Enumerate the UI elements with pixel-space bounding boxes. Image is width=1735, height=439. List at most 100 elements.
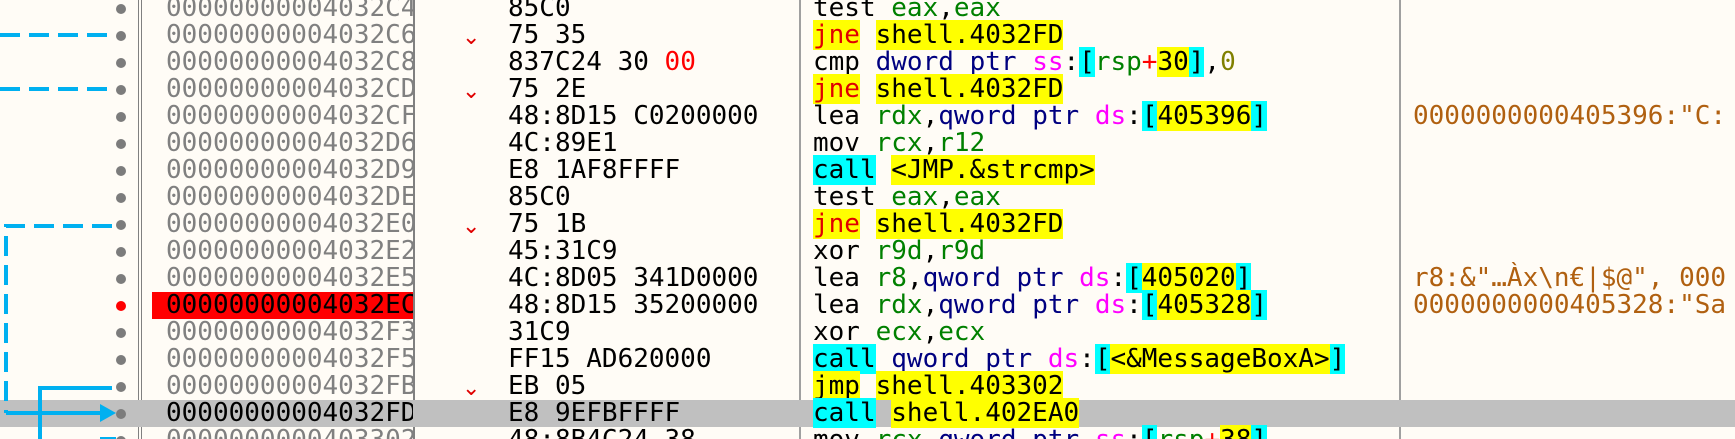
branch-arrow-icon xyxy=(100,404,116,422)
disassembly-cell[interactable]: call shell.402EA0 xyxy=(813,398,1080,428)
mnemonic: lea xyxy=(813,101,860,131)
register: r12 xyxy=(938,128,986,158)
disassembly-cell[interactable]: test eax,eax xyxy=(813,0,1001,22)
segment: ss xyxy=(1032,47,1064,77)
segment: ds xyxy=(1047,344,1080,374)
disassembly-cell[interactable]: jne shell.4032FD xyxy=(813,74,1064,104)
instruction-row[interactable]: 00000000004032F3 31C9 xor ecx,ecx xyxy=(0,319,1735,346)
segment: ds xyxy=(1094,101,1127,131)
disassembly-cell[interactable]: call qword ptr ds:[<&MessageBoxA>] xyxy=(813,344,1346,374)
bracket: [ xyxy=(1126,263,1142,293)
address-cell[interactable]: 00000000004032DE xyxy=(152,184,413,211)
disassembly-cell[interactable]: jne shell.4032FD xyxy=(813,20,1064,50)
size-keyword: ptr xyxy=(1032,425,1079,439)
segment: ds xyxy=(1094,290,1127,320)
bytes-text: FF15 AD620000 xyxy=(508,344,712,374)
address-operand: 405396 xyxy=(1157,101,1252,131)
size-keyword: dword xyxy=(875,47,954,77)
segment: ss xyxy=(1095,425,1126,439)
register: rsp xyxy=(1157,425,1204,439)
bracket: [ xyxy=(1141,101,1158,131)
operator: + xyxy=(1204,425,1220,439)
instruction-row[interactable]: 00000000004032C6 ⌄ 75 35 jne shell.4032FD xyxy=(0,20,1735,50)
instruction-row[interactable]: 00000000004032EC 48:8D15 35200000 lea rdx,… xyxy=(0,290,1735,320)
address-cell[interactable]: 00000000004032CD xyxy=(152,76,413,103)
instruction-row[interactable]: 00000000004032FB ⌄ EB 05 jmp shell.403302 xyxy=(0,371,1735,401)
instruction-row[interactable]: 00000000004032D9 E8 1AF8FFFF call <JMP.&st… xyxy=(0,155,1735,185)
instruction-row[interactable]: 00000000004032DE 85C0 test eax,eax xyxy=(0,184,1735,211)
jump-arrow-icon: ⌄ xyxy=(462,25,481,50)
address-cell[interactable]: 00000000004032FB xyxy=(152,373,413,400)
disassembly-cell[interactable]: test eax,eax xyxy=(813,184,1001,211)
mnemonic: call xyxy=(813,398,876,428)
bytes-cell: 48:8D15 35200000 xyxy=(508,292,758,319)
disassembly-cell[interactable]: mov rcx,r12 xyxy=(813,130,985,157)
bytes-cell: E8 1AF8FFFF xyxy=(508,157,680,184)
bytes-cell: 85C0 xyxy=(508,0,571,22)
address-cell[interactable]: 0000000000403302 xyxy=(152,427,413,439)
address-cell[interactable]: 00000000004032C8 xyxy=(152,49,413,76)
bytes-text: E8 1AF8FFFF xyxy=(508,155,681,185)
address-cell[interactable]: 00000000004032D6 xyxy=(152,130,413,157)
address-cell[interactable]: 00000000004032E0 xyxy=(152,211,413,238)
address-cell[interactable]: 00000000004032E2 xyxy=(152,238,413,265)
instruction-row[interactable]: 00000000004032D6 4C:89E1 mov rcx,r12 xyxy=(0,130,1735,157)
instruction-row[interactable]: 00000000004032E5 4C:8D05 341D0000 lea r8,q… xyxy=(0,263,1735,293)
instruction-row[interactable]: 00000000004032CD ⌄ 75 2E jne shell.4032FD xyxy=(0,74,1735,104)
instruction-row[interactable]: 00000000004032C4 85C0 test eax,eax xyxy=(0,0,1735,22)
size-keyword: qword xyxy=(938,425,1016,439)
disassembly-cell[interactable]: mov rcx,qword ptr ss:[rsp+38] xyxy=(813,425,1268,439)
bytes-cell: E8 9EFBFFFF xyxy=(508,400,680,427)
bytes-text: 31C9 xyxy=(508,317,571,347)
address-cell[interactable]: 00000000004032EC xyxy=(152,292,413,319)
address-operand: 405020 xyxy=(1141,263,1236,293)
disassembly-cell[interactable]: jmp shell.403302 xyxy=(813,371,1064,401)
bytes-text: 837C24 30 xyxy=(508,47,665,77)
disassembly-cell[interactable]: xor ecx,ecx xyxy=(813,319,985,346)
register: rcx xyxy=(875,128,923,158)
register: rcx xyxy=(876,425,923,439)
size-keyword: qword xyxy=(891,344,970,374)
comment-cell: 0000000000405396:"C: xyxy=(1413,101,1727,131)
address-operand: 38 xyxy=(1220,425,1252,439)
bytes-text: 48:8D15 35200000 xyxy=(508,290,759,320)
address-cell[interactable]: 00000000004032F5 xyxy=(152,346,413,373)
bytes-cell: 48:8D15 C0200000 xyxy=(508,103,758,130)
size-keyword: ptr xyxy=(985,344,1033,374)
instruction-row[interactable]: 0000000000403302 48:8B4C24 38 mov rcx,qwor… xyxy=(0,425,1735,439)
segment: ds xyxy=(1079,263,1111,293)
address-cell[interactable]: 00000000004032F3 xyxy=(152,319,413,346)
bracket: [ xyxy=(1079,47,1095,77)
disassembly-cell[interactable]: lea rdx,qword ptr ds:[405328] xyxy=(813,290,1268,320)
disassembly-view[interactable]: 00000000004032C4 85C0 test eax,eax 00000000… xyxy=(0,0,1735,439)
address-cell[interactable]: 00000000004032E5 xyxy=(152,265,413,292)
bracket: ] xyxy=(1251,425,1268,439)
size-keyword: qword xyxy=(938,290,1017,320)
bytes-highlight: 00 xyxy=(664,47,696,77)
disassembly-cell[interactable]: cmp dword ptr ss:[rsp+30],0 xyxy=(813,47,1236,77)
disassembly-cell[interactable]: lea rdx,qword ptr ds:[405396] xyxy=(813,101,1268,131)
address-cell[interactable]: 00000000004032C6 xyxy=(152,22,413,49)
bracket: ] xyxy=(1188,47,1205,77)
mnemonic: jne xyxy=(813,20,860,50)
instruction-row[interactable]: 00000000004032F5 FF15 AD620000 call qword … xyxy=(0,344,1735,374)
address-cell[interactable]: 00000000004032CF xyxy=(152,103,413,130)
instruction-row[interactable]: 00000000004032FD E8 9EFBFFFF call shell.40… xyxy=(0,398,1735,428)
address-cell[interactable]: 00000000004032D9 xyxy=(152,157,413,184)
instruction-row[interactable]: 00000000004032E2 45:31C9 xor r9d,r9d xyxy=(0,238,1735,265)
size-keyword: ptr xyxy=(1032,101,1080,131)
instruction-row[interactable]: 00000000004032E0 ⌄ 75 1B jne shell.4032FD xyxy=(0,209,1735,239)
bytes-text: 4C:89E1 xyxy=(508,128,618,158)
disassembly-cell[interactable]: xor r9d,r9d xyxy=(813,238,985,265)
disassembly-cell[interactable]: call <JMP.&strcmp> xyxy=(813,155,1095,185)
disassembly-cell[interactable]: jne shell.4032FD xyxy=(813,209,1064,239)
mnemonic: jne xyxy=(813,74,860,104)
address-cell[interactable]: 00000000004032FD xyxy=(152,400,413,427)
address-cell[interactable]: 00000000004032C4 xyxy=(152,0,413,22)
instruction-row[interactable]: 00000000004032CF 48:8D15 C0200000 lea rdx,… xyxy=(0,101,1735,131)
disassembly-cell[interactable]: lea r8,qword ptr ds:[405020] xyxy=(813,263,1252,293)
instruction-row[interactable]: 00000000004032C8 837C24 30 00 cmp dword pt… xyxy=(0,47,1735,77)
size-keyword: qword xyxy=(922,263,1001,293)
register: rdx xyxy=(875,290,923,320)
branch-line xyxy=(4,224,112,413)
